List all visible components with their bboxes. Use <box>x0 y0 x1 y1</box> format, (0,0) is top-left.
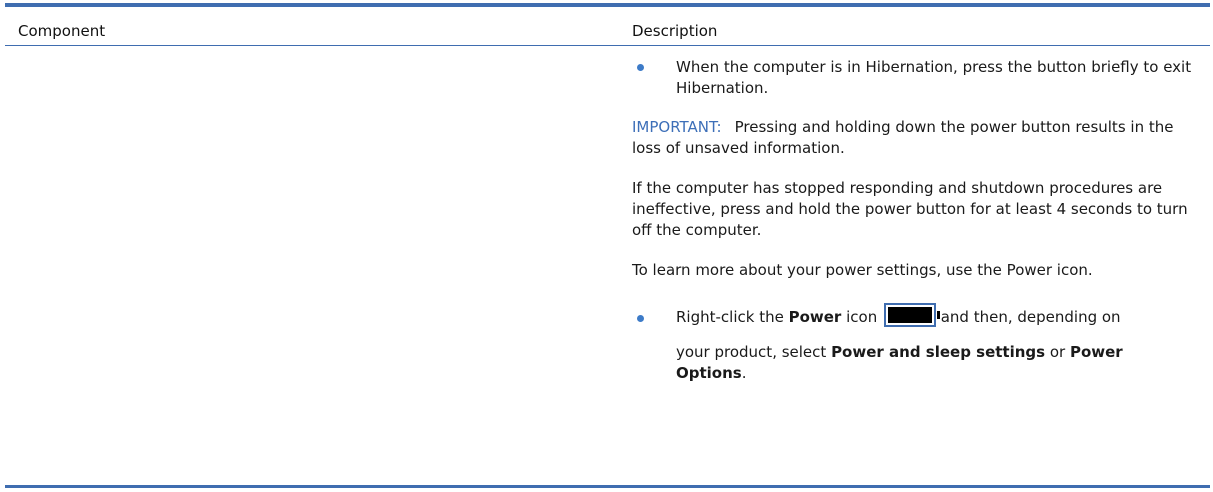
power-word: Power <box>788 308 842 326</box>
bullet-icon <box>637 64 644 71</box>
power-instruction-line: Right-click the Power icon and then, dep… <box>676 302 1192 328</box>
table-header-row: Component Description <box>5 7 1210 46</box>
option-power-and-sleep-settings: Power and sleep settings <box>831 343 1046 361</box>
column-header-description: Description <box>632 22 718 40</box>
battery-power-icon <box>883 302 940 327</box>
component-description-table: Component Description When the computer … <box>5 3 1210 488</box>
instruction-prefix: Right-click the <box>676 308 789 326</box>
icon-word: icon <box>841 308 882 326</box>
description-cell: When the computer is in Hibernation, pre… <box>632 45 1192 384</box>
period: . <box>741 364 747 382</box>
column-header-component: Component <box>18 22 106 40</box>
hibernation-text: When the computer is in Hibernation, pre… <box>676 58 1192 97</box>
list-item-power-icon: Right-click the Power icon and then, dep… <box>632 302 1192 384</box>
list-item-hibernation: When the computer is in Hibernation, pre… <box>632 57 1192 99</box>
continuation-prefix: your product, select <box>676 343 832 361</box>
power-instruction-continuation: your product, select Power and sleep set… <box>676 342 1192 384</box>
important-label: IMPORTANT: <box>632 118 722 136</box>
instruction-after-icon: and then, depending on <box>935 308 1121 326</box>
important-note: IMPORTANT: Pressing and holding down the … <box>632 117 1192 159</box>
unresponsive-paragraph: If the computer has stopped responding a… <box>632 179 1188 239</box>
bullet-icon <box>637 315 644 322</box>
or-word: or <box>1045 343 1070 361</box>
power-settings-paragraph: To learn more about your power settings,… <box>632 261 1093 279</box>
